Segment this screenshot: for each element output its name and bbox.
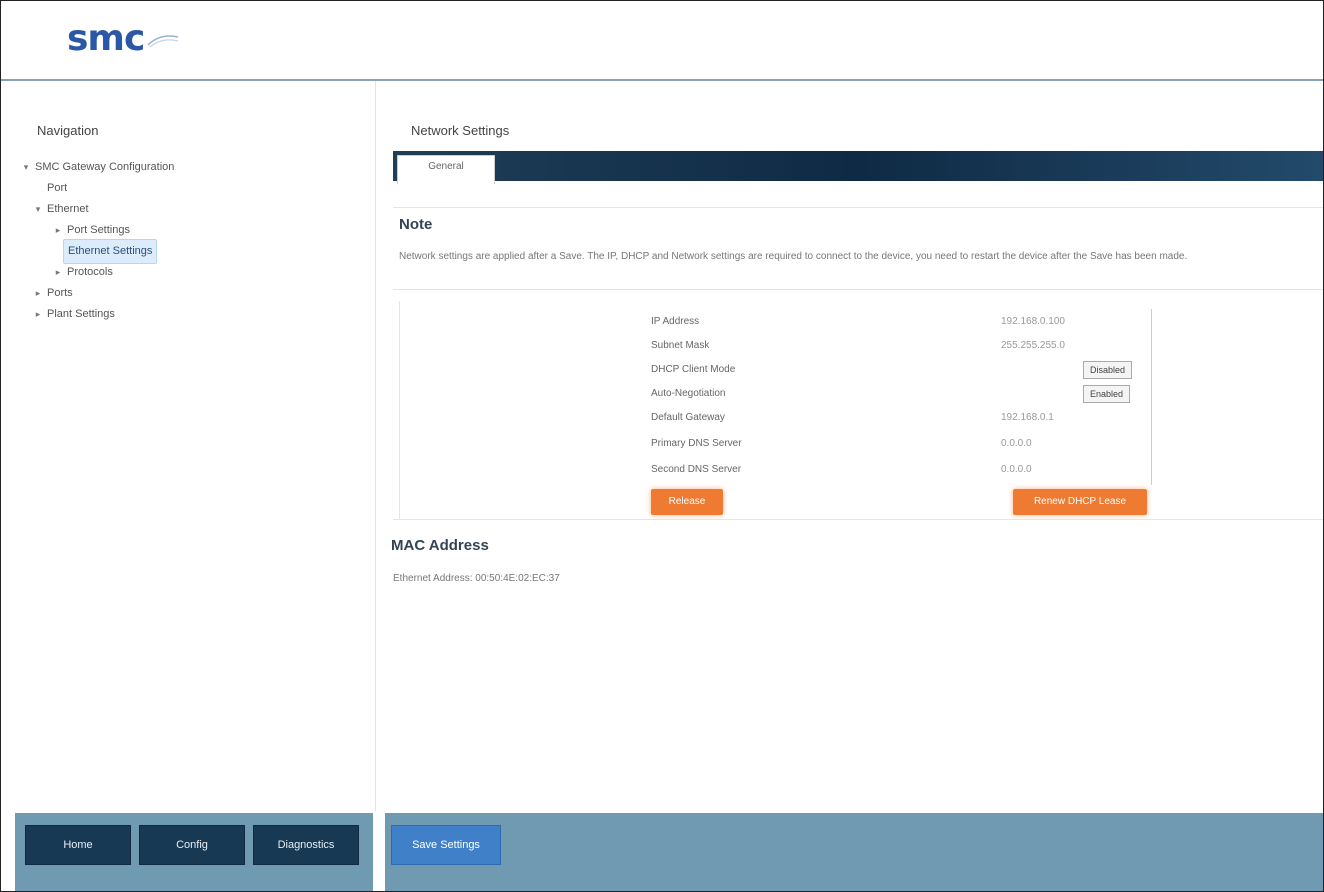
tree-item-ethernet[interactable]: ▾ Ethernet: [21, 199, 178, 220]
tree-item-gateway-config[interactable]: ▾ SMC Gateway Configuration: [21, 157, 178, 178]
form-row-auto-negotiation: Auto-Negotiation Enabled: [651, 385, 1151, 405]
renew-dhcp-button[interactable]: Renew DHCP Lease: [1013, 489, 1147, 515]
field-label: Default Gateway: [651, 412, 725, 423]
tree-item-port[interactable]: Port: [21, 178, 178, 199]
footer-right-bar: Save Settings: [385, 813, 1323, 891]
collapse-arrow-icon[interactable]: ▾: [21, 157, 31, 178]
header-bar: smc: [1, 1, 1323, 81]
navigation-panel: Navigation ▾ SMC Gateway Configuration P…: [11, 81, 376, 811]
config-button[interactable]: Config: [139, 825, 245, 865]
logo-text: smc: [67, 18, 145, 59]
form-row-subnet-mask: Subnet Mask 255.255.255.0: [651, 337, 1151, 357]
form-scrollbar-line: [1151, 309, 1152, 485]
tab-general[interactable]: General: [397, 155, 495, 184]
tree-item-plant-settings[interactable]: ▸ Plant Settings: [21, 304, 178, 325]
note-heading: Note: [399, 216, 433, 233]
mac-address-text: Ethernet Address: 00:50:4E:02:EC:37: [393, 573, 560, 584]
expand-arrow-icon[interactable]: ▸: [53, 220, 63, 241]
tab-bar: General: [393, 151, 1323, 184]
ip-address-field[interactable]: 192.168.0.100: [1001, 316, 1065, 327]
home-button[interactable]: Home: [25, 825, 131, 865]
form-row-second-dns: Second DNS Server 0.0.0.0: [651, 461, 1151, 481]
mac-heading: MAC Address: [391, 537, 489, 554]
field-label: Primary DNS Server: [651, 438, 742, 449]
company-logo: smc: [67, 19, 180, 59]
second-dns-field[interactable]: 0.0.0.0: [1001, 464, 1032, 475]
logo-swoosh-icon: [147, 35, 179, 48]
tree-item-port-settings[interactable]: ▸ Port Settings: [21, 220, 178, 241]
field-label: Second DNS Server: [651, 464, 742, 475]
tree-item-protocols[interactable]: ▸ Protocols: [21, 262, 178, 283]
auto-negotiation-select[interactable]: Enabled: [1083, 385, 1131, 403]
subnet-mask-field[interactable]: 255.255.255.0: [1001, 340, 1065, 351]
page-title: Network Settings: [411, 123, 510, 138]
footer-left-bar: Home Config Diagnostics: [15, 813, 373, 891]
tree-item-ports[interactable]: ▸ Ports: [21, 283, 178, 304]
form-row-default-gateway: Default Gateway 192.168.0.1: [651, 409, 1151, 429]
navigation-title: Navigation: [37, 123, 99, 138]
field-label: Subnet Mask: [651, 340, 710, 351]
expand-arrow-icon[interactable]: ▸: [33, 283, 43, 304]
diagnostics-button[interactable]: Diagnostics: [253, 825, 359, 865]
expand-arrow-icon[interactable]: ▸: [53, 262, 63, 283]
form-divider: [393, 289, 1323, 290]
default-gateway-field[interactable]: 192.168.0.1: [1001, 412, 1054, 423]
main-content: Network Settings General Note Network se…: [385, 81, 1323, 811]
field-label: DHCP Client Mode: [651, 364, 736, 375]
field-label: IP Address: [651, 316, 700, 327]
app-window: smc Navigation ▾ SMC Gateway Configurati…: [0, 0, 1324, 892]
note-section: Note: [393, 207, 1323, 233]
form-row-dhcp-mode: DHCP Client Mode Disabled: [651, 361, 1151, 381]
collapse-arrow-icon[interactable]: ▾: [33, 199, 43, 220]
tree-item-ethernet-settings[interactable]: Ethernet Settings: [21, 239, 178, 264]
navigation-tree: ▾ SMC Gateway Configuration Port ▾ Ether…: [21, 157, 178, 325]
primary-dns-field[interactable]: 0.0.0.0: [1001, 438, 1032, 449]
field-label: Auto-Negotiation: [651, 388, 726, 399]
mac-divider: [393, 519, 1323, 520]
note-text: Network settings are applied after a Sav…: [399, 251, 1188, 262]
form-row-primary-dns: Primary DNS Server 0.0.0.0: [651, 435, 1151, 455]
expand-arrow-icon[interactable]: ▸: [33, 304, 43, 325]
form-row-ip-address: IP Address 192.168.0.100: [651, 313, 1151, 333]
dhcp-mode-select[interactable]: Disabled: [1083, 361, 1133, 379]
save-settings-button[interactable]: Save Settings: [391, 825, 501, 865]
release-button[interactable]: Release: [651, 489, 723, 515]
